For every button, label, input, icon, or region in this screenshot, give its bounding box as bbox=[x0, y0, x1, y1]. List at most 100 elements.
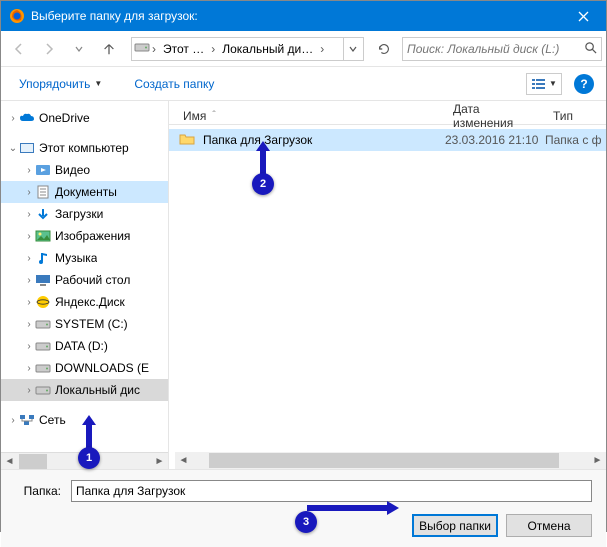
drive-icon bbox=[134, 41, 150, 56]
tree-item[interactable]: › Рабочий стол bbox=[1, 269, 168, 291]
file-type: Папка с ф bbox=[545, 133, 602, 147]
view-options-button[interactable]: ▼ bbox=[526, 73, 562, 95]
scrollbar-thumb[interactable] bbox=[19, 454, 47, 469]
tree-item-label: Рабочий стол bbox=[55, 273, 130, 287]
expand-icon[interactable]: › bbox=[23, 297, 35, 308]
tree-item-label: SYSTEM (C:) bbox=[55, 317, 128, 331]
file-list[interactable]: Папка для Загрузок23.03.2016 21:10Папка … bbox=[169, 125, 606, 452]
tree-item[interactable]: › Музыка bbox=[1, 247, 168, 269]
video-icon bbox=[35, 162, 51, 178]
annotation-arrow-icon bbox=[307, 500, 399, 516]
chevron-right-icon[interactable]: › bbox=[150, 42, 158, 56]
tree-item[interactable]: › OneDrive bbox=[1, 107, 168, 129]
tree-item-label: Музыка bbox=[55, 251, 97, 265]
down-icon bbox=[35, 206, 51, 222]
tree-item-label: OneDrive bbox=[39, 111, 90, 125]
help-button[interactable]: ? bbox=[574, 74, 594, 94]
scrollbar-thumb[interactable] bbox=[209, 453, 559, 468]
window-title: Выберите папку для загрузок: bbox=[31, 9, 561, 23]
tree-item-label: Документы bbox=[55, 185, 117, 199]
cloud-icon bbox=[19, 110, 35, 126]
scroll-left-icon[interactable]: ◄ bbox=[175, 453, 192, 468]
tree-item-label: Загрузки bbox=[55, 207, 103, 221]
column-header-type[interactable]: Тип bbox=[545, 107, 606, 124]
tree-item-label: DOWNLOADS (E bbox=[55, 361, 149, 375]
desktop-icon bbox=[35, 272, 51, 288]
annotation-badge: 1 bbox=[78, 447, 100, 469]
drive-icon bbox=[35, 338, 51, 354]
back-button[interactable] bbox=[5, 37, 33, 61]
column-header-date[interactable]: Дата изменения bbox=[445, 107, 545, 124]
address-bar[interactable]: › Этот … › Локальный ди… › bbox=[131, 37, 364, 61]
expand-icon[interactable]: › bbox=[23, 385, 35, 396]
cancel-button[interactable]: Отмена bbox=[506, 514, 592, 537]
expand-icon[interactable]: › bbox=[23, 209, 35, 220]
sort-indicator-icon: ˆ bbox=[212, 110, 215, 121]
drive-icon bbox=[35, 382, 51, 398]
forward-button[interactable] bbox=[35, 37, 63, 61]
organize-button[interactable]: Упорядочить▼ bbox=[13, 73, 108, 95]
folder-name-input[interactable] bbox=[71, 480, 592, 502]
tree-item[interactable]: ›Видео bbox=[1, 159, 168, 181]
expand-icon[interactable]: › bbox=[23, 253, 35, 264]
column-headers: Имяˆ Дата изменения Тип bbox=[169, 101, 606, 125]
drive-icon bbox=[35, 360, 51, 376]
expand-icon[interactable]: › bbox=[23, 363, 35, 374]
folder-icon bbox=[179, 132, 197, 149]
titlebar: Выберите папку для загрузок: bbox=[1, 1, 606, 31]
close-button[interactable] bbox=[561, 1, 606, 31]
tree-item[interactable]: › Локальный дис bbox=[1, 379, 168, 401]
expand-icon[interactable]: › bbox=[7, 113, 19, 124]
column-header-name[interactable]: Имяˆ bbox=[169, 107, 445, 124]
address-history-dropdown[interactable] bbox=[343, 38, 361, 60]
tree-item-label: Этот компьютер bbox=[39, 141, 129, 155]
refresh-button[interactable] bbox=[372, 37, 396, 61]
search-input[interactable] bbox=[402, 37, 602, 61]
expand-icon[interactable]: › bbox=[23, 187, 35, 198]
new-folder-button[interactable]: Создать папку bbox=[128, 73, 220, 95]
breadcrumb-item[interactable]: Локальный ди… bbox=[217, 38, 318, 60]
chevron-right-icon[interactable]: › bbox=[318, 42, 326, 56]
scroll-right-icon[interactable]: ► bbox=[589, 453, 606, 468]
expand-icon[interactable]: › bbox=[23, 165, 35, 176]
breadcrumb-item[interactable]: Этот … bbox=[158, 38, 209, 60]
docs-icon bbox=[35, 184, 51, 200]
tree-item[interactable]: ⌄ Этот компьютер bbox=[1, 137, 168, 159]
tree-item[interactable]: › Изображения bbox=[1, 225, 168, 247]
recent-dropdown[interactable] bbox=[65, 37, 93, 61]
expand-icon[interactable]: › bbox=[23, 319, 35, 330]
pc-icon bbox=[19, 140, 35, 156]
select-folder-button[interactable]: Выбор папки bbox=[412, 514, 498, 537]
drive-icon bbox=[35, 316, 51, 332]
file-date: 23.03.2016 21:10 bbox=[445, 133, 545, 147]
expand-icon[interactable]: › bbox=[23, 275, 35, 286]
file-list-pane: Имяˆ Дата изменения Тип Папка для Загруз… bbox=[169, 101, 606, 469]
tree-item[interactable]: › Загрузки bbox=[1, 203, 168, 225]
chevron-right-icon[interactable]: › bbox=[209, 42, 217, 56]
tree-item-label: Локальный дис bbox=[55, 383, 140, 397]
expand-icon[interactable]: › bbox=[23, 231, 35, 242]
toolbar: Упорядочить▼ Создать папку ▼ ? bbox=[1, 67, 606, 101]
expand-icon[interactable]: ⌄ bbox=[7, 143, 19, 154]
tree-item[interactable]: › SYSTEM (C:) bbox=[1, 313, 168, 335]
tree-item[interactable]: › DATA (D:) bbox=[1, 335, 168, 357]
tree-item-label: DATA (D:) bbox=[55, 339, 108, 353]
tree-item[interactable]: ›Яндекс.Диск bbox=[1, 291, 168, 313]
horizontal-scrollbar[interactable]: ◄ ► bbox=[175, 452, 606, 469]
tree-item-label: Сеть bbox=[39, 413, 66, 427]
search-icon bbox=[584, 41, 597, 57]
search-field[interactable] bbox=[407, 42, 580, 56]
tree-item[interactable]: › DOWNLOADS (E bbox=[1, 357, 168, 379]
navigation-bar: › Этот … › Локальный ди… › bbox=[1, 31, 606, 67]
pics-icon bbox=[35, 228, 51, 244]
annotation-badge: 2 bbox=[252, 173, 274, 195]
up-button[interactable] bbox=[95, 37, 123, 61]
file-row[interactable]: Папка для Загрузок23.03.2016 21:10Папка … bbox=[169, 129, 606, 151]
dialog-footer: Папка: Выбор папки Отмена bbox=[1, 469, 606, 547]
tree-item-label: Изображения bbox=[55, 229, 130, 243]
expand-icon[interactable]: › bbox=[23, 341, 35, 352]
chevron-down-icon: ▼ bbox=[94, 79, 102, 88]
expand-icon[interactable]: › bbox=[7, 415, 19, 426]
tree-item[interactable]: › Документы bbox=[1, 181, 168, 203]
firefox-icon bbox=[9, 8, 25, 24]
